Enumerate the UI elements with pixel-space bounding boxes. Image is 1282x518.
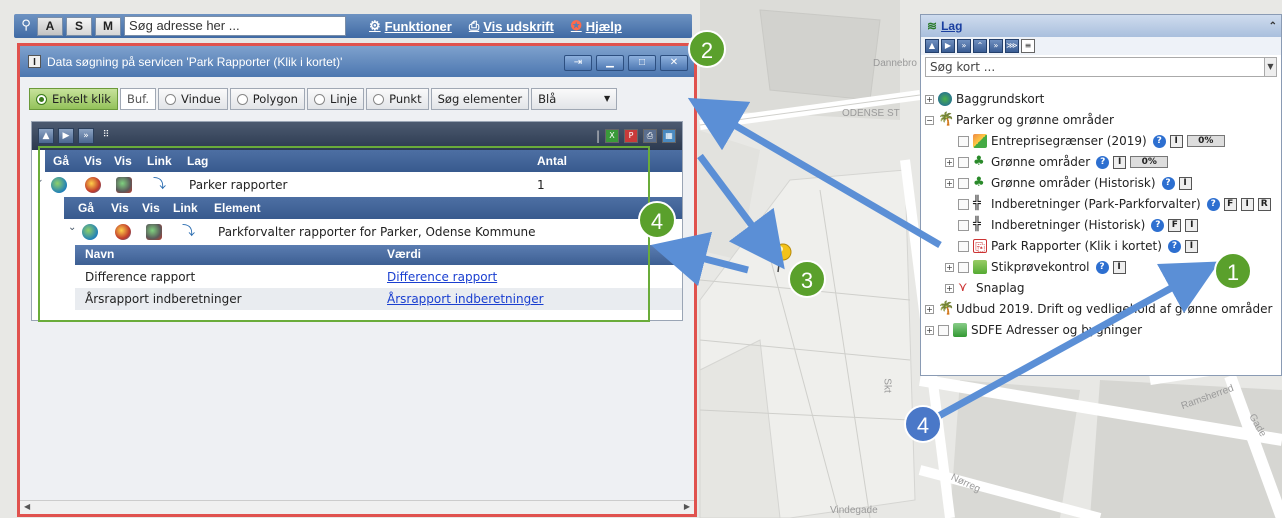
annotation-number: 4 — [904, 405, 942, 443]
arrow-4-to-1 — [933, 261, 1220, 422]
arrow-3-to-4 — [650, 231, 749, 287]
annotation-arrows — [650, 97, 1220, 422]
annotation-number: 3 — [788, 260, 826, 298]
annotation-number: 1 — [1214, 252, 1252, 290]
arrow-1-to-2 — [687, 97, 942, 249]
annotation-number: 2 — [688, 30, 726, 68]
arrow-3-to-pin — [697, 153, 785, 270]
annotation-number: 4 — [638, 201, 676, 239]
